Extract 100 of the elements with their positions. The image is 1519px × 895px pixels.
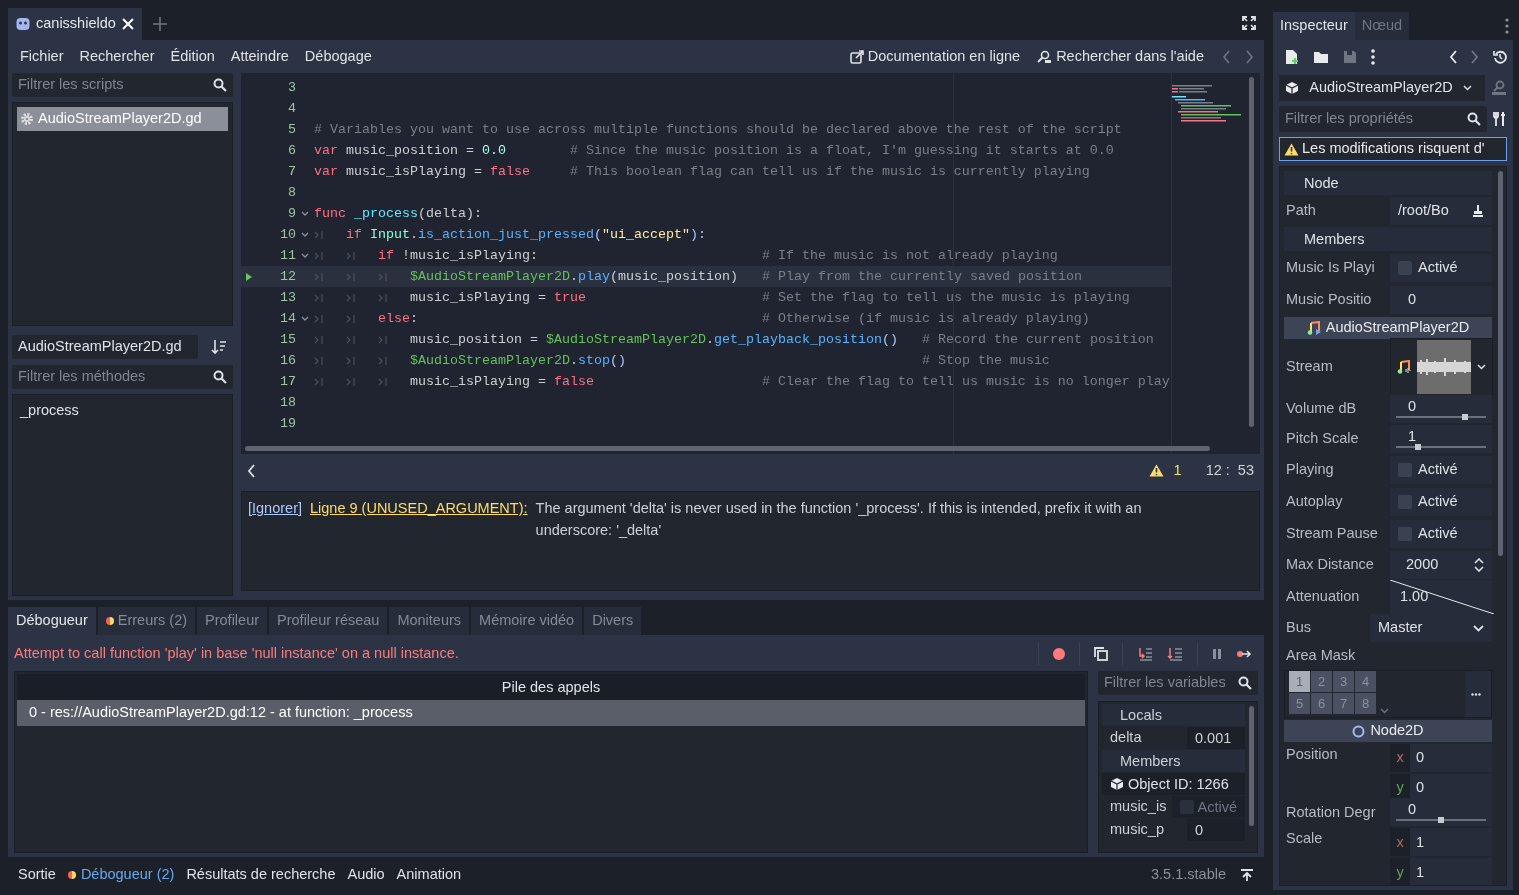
slider-field[interactable]: 0 — [1390, 798, 1492, 827]
number-field[interactable]: 0 — [1390, 286, 1492, 314]
pause-icon[interactable] — [1212, 648, 1222, 660]
value-field[interactable]: 0 — [1187, 819, 1245, 841]
slider-thumb[interactable] — [1462, 414, 1469, 421]
scrollbar[interactable] — [1249, 77, 1254, 427]
property-label: Attenuation — [1285, 586, 1361, 606]
ignore-link[interactable]: [Ignorer] — [248, 498, 302, 542]
history-icon[interactable] — [1493, 50, 1507, 64]
section-header[interactable]: Node — [1284, 171, 1492, 195]
help-link[interactable]: Rechercher dans l'aide — [1028, 45, 1212, 68]
clear-icon[interactable] — [1472, 204, 1484, 218]
bottom-tab[interactable]: Audio — [341, 863, 391, 886]
copy-icon[interactable] — [1094, 647, 1108, 661]
filter-field[interactable]: Filtrer les variables — [1098, 671, 1258, 695]
panel-tab[interactable]: Profileur réseau — [269, 607, 388, 635]
line-number: 4 — [287, 100, 296, 118]
scrollbar[interactable] — [1249, 706, 1254, 826]
resource-picker[interactable] — [1390, 338, 1493, 397]
menu-item[interactable]: Atteindre — [222, 45, 297, 68]
kebab-menu-icon[interactable] — [1371, 49, 1375, 65]
number-field[interactable]: 1 — [1410, 828, 1492, 857]
menu-item[interactable]: Rechercher — [71, 45, 163, 68]
filter-field[interactable]: Filtrer les méthodes — [12, 365, 233, 389]
record-icon[interactable] — [1053, 648, 1065, 660]
checkbox[interactable]: Activé — [1390, 520, 1492, 549]
slider-thumb[interactable] — [1438, 817, 1444, 824]
sort-icon[interactable] — [211, 339, 227, 355]
back-icon[interactable] — [1449, 50, 1457, 64]
number-field[interactable]: 2000 — [1390, 551, 1492, 580]
warning-icon — [1284, 142, 1299, 156]
panel-tab[interactable]: Mémoire vidéo — [471, 607, 583, 635]
forward-icon[interactable] — [1471, 50, 1479, 64]
property-label: Max Distance — [1285, 555, 1375, 575]
cursor-position: 12 : 53 — [1205, 460, 1254, 480]
save-icon[interactable] — [1343, 50, 1357, 64]
filter-field[interactable]: Filtrer les scripts — [12, 73, 233, 97]
pin-icon[interactable] — [1240, 868, 1254, 881]
help-link[interactable]: Documentation en ligne — [841, 45, 1029, 68]
warning-location-link[interactable]: Ligne 9 (UNUSED_ARGUMENT): — [310, 498, 528, 542]
folder-icon[interactable] — [1313, 50, 1329, 64]
panel-tab[interactable]: Profileur — [197, 607, 268, 635]
menu-item[interactable]: Édition — [162, 45, 223, 68]
method-item[interactable]: _process — [17, 399, 228, 423]
panel-tab[interactable]: Erreurs (2) — [97, 607, 196, 635]
doc-search-icon[interactable] — [1491, 80, 1507, 96]
scrollbar[interactable] — [245, 446, 1210, 451]
tab-icon — [314, 293, 323, 302]
section-header[interactable]: Members — [1102, 750, 1245, 772]
add-tab-icon[interactable] — [151, 16, 168, 32]
checkbox[interactable]: Activé — [1390, 456, 1492, 485]
section-header[interactable]: Members — [1284, 227, 1492, 251]
number-field[interactable]: 0 — [1410, 743, 1492, 772]
panel-tab[interactable]: Débogueur — [8, 607, 96, 635]
slider-thumb[interactable] — [1414, 444, 1421, 451]
step-into-icon[interactable] — [1137, 647, 1153, 661]
checkbox[interactable]: Activé — [1390, 254, 1492, 282]
cube-icon — [1110, 777, 1124, 791]
number-field[interactable]: 1 — [1410, 858, 1492, 885]
collapse-panel-icon[interactable] — [247, 463, 255, 478]
path-field[interactable]: /root/Bo — [1390, 197, 1492, 225]
checkbox[interactable]: Activé — [1390, 488, 1492, 517]
filter-field[interactable]: Filtrer les propriétés — [1279, 106, 1487, 132]
object-button[interactable]: Object ID: 1266 — [1102, 773, 1245, 795]
continue-icon[interactable] — [1236, 649, 1252, 659]
line-number: 17 — [279, 373, 296, 391]
menu-item[interactable]: Fichier — [12, 45, 72, 68]
bottom-tab[interactable]: Animation — [390, 863, 468, 886]
tools-icon[interactable] — [1493, 111, 1507, 127]
scrollbar[interactable] — [1498, 171, 1503, 556]
panel-tab[interactable]: Divers — [584, 607, 642, 635]
step-over-icon[interactable] — [1167, 647, 1183, 661]
section-header[interactable]: Locals — [1102, 704, 1245, 726]
close-icon[interactable] — [121, 18, 134, 30]
tab-icon — [314, 356, 323, 365]
spin-arrows-icon[interactable] — [1474, 558, 1484, 573]
bottom-tab[interactable]: Sortie — [12, 863, 62, 886]
object-selector[interactable]: AudioStreamPlayer2D — [1279, 75, 1485, 101]
line-number: 7 — [287, 163, 296, 181]
axis-label: x — [1390, 743, 1410, 772]
editor-tab[interactable]: canisshieldo — [8, 8, 142, 40]
forward-icon[interactable] — [1244, 49, 1254, 64]
warning-count[interactable]: 1 — [1173, 459, 1182, 482]
bottom-tab[interactable]: Résultats de recherche — [180, 863, 342, 886]
slider-field[interactable]: 0 — [1390, 395, 1492, 424]
slider-field[interactable]: 1 — [1390, 425, 1492, 454]
menu-item[interactable]: Débogage — [296, 45, 380, 68]
stack-frame[interactable]: 0 - res://AudioStreamPlayer2D.gd:12 - at function: _process — [17, 700, 1085, 726]
kebab-menu-icon[interactable] — [1505, 18, 1509, 34]
variable-name: music_is — [1110, 797, 1167, 817]
checkbox[interactable]: Activé — [1171, 796, 1245, 818]
bottom-tab[interactable]: Débogueur (2) — [61, 863, 181, 886]
panel-tab[interactable]: Moniteurs — [389, 607, 470, 635]
dropdown-button[interactable]: Master — [1370, 614, 1492, 643]
new-file-icon[interactable] — [1285, 49, 1299, 65]
curve-editor[interactable]: 1.00 — [1390, 579, 1492, 614]
warning-message: Les modifications risquent d' — [1302, 139, 1485, 159]
fullscreen-icon[interactable] — [1242, 16, 1256, 30]
value-field[interactable]: 0.001 — [1187, 727, 1245, 749]
panel-tab[interactable]: Inspecteur — [1273, 12, 1355, 40]
